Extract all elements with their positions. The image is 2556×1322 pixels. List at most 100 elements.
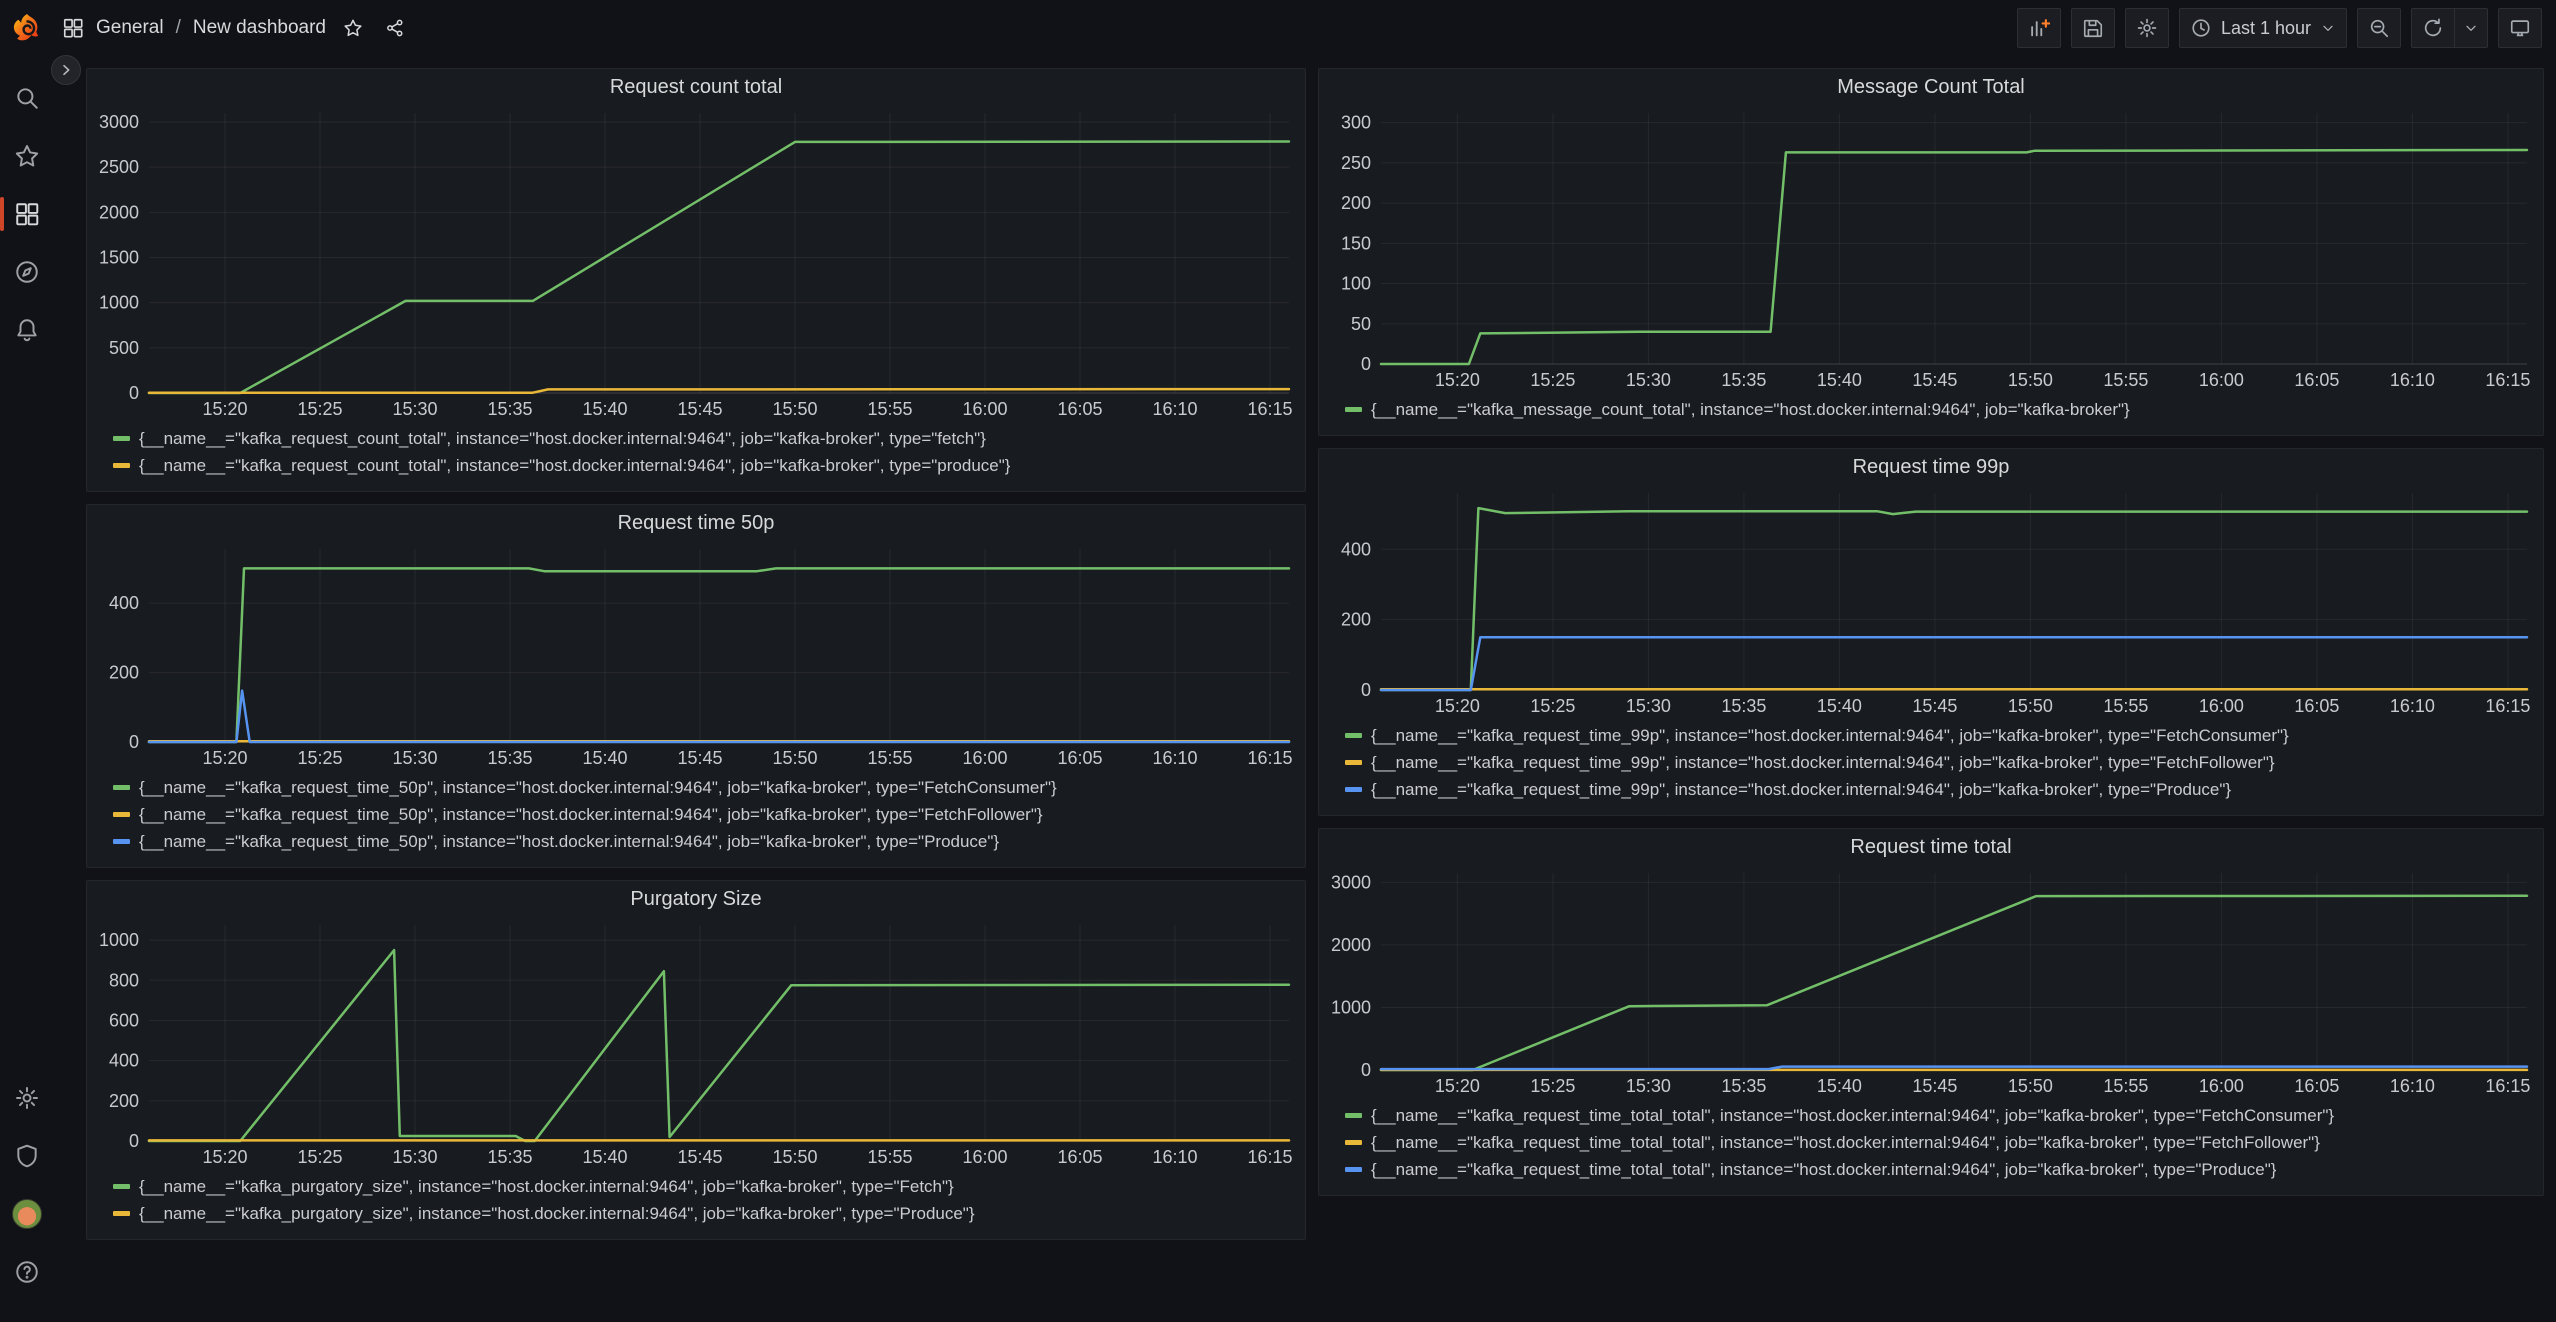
sidebar-item-alerting[interactable] [5,308,49,352]
chart-canvas[interactable]: 15:2015:2515:3015:3515:4015:4515:5015:55… [87,541,1305,772]
svg-text:15:25: 15:25 [1530,1076,1575,1096]
chart-svg: 15:2015:2515:3015:3515:4015:4515:5015:55… [1319,105,2543,394]
chart-canvas[interactable]: 15:2015:2515:3015:3515:4015:4515:5015:55… [87,917,1305,1171]
chevron-down-icon [2320,20,2336,36]
legend-label[interactable]: {__name__="kafka_request_count_total", i… [139,456,1010,476]
add-panel-button[interactable] [2017,8,2061,48]
sidebar-item-dashboards[interactable] [5,192,49,236]
expand-sidebar-button[interactable] [51,55,81,85]
grafana-logo[interactable] [11,12,43,44]
svg-text:200: 200 [1341,193,1371,213]
legend-swatch [1345,1113,1362,1118]
svg-text:3000: 3000 [1331,872,1371,892]
svg-text:16:15: 16:15 [2485,696,2530,716]
legend-label[interactable]: {__name__="kafka_purgatory_size", instan… [139,1177,954,1197]
svg-text:15:40: 15:40 [1817,696,1862,716]
chart-canvas[interactable]: 15:2015:2515:3015:3515:4015:4515:5015:55… [1319,105,2543,394]
svg-text:1000: 1000 [1331,997,1371,1017]
breadcrumb-section[interactable]: General [96,17,164,39]
legend-swatch [1345,733,1362,738]
panel-title: Request time 50p [618,512,775,535]
svg-text:0: 0 [129,1131,139,1151]
dashboard-grid: Request count total 15:2015:2515:3015:35… [0,0,2556,1322]
svg-text:15:40: 15:40 [1817,1076,1862,1096]
legend-item: {__name__="kafka_request_time_total_tota… [1345,1102,2535,1129]
panel-title: Message Count Total [1837,76,2025,99]
cycle-view-mode-button[interactable] [2498,8,2542,48]
share-dashboard-button[interactable] [380,13,410,43]
svg-text:15:45: 15:45 [677,1147,722,1167]
panel-header[interactable]: Request time 99p [1319,449,2543,485]
legend-label[interactable]: {__name__="kafka_request_time_99p", inst… [1371,726,2289,746]
svg-text:600: 600 [109,1010,139,1030]
chart-canvas[interactable]: 15:2015:2515:3015:3515:4015:4515:5015:55… [87,105,1305,423]
svg-text:15:45: 15:45 [677,399,722,419]
svg-text:16:05: 16:05 [1057,748,1102,768]
legend-label[interactable]: {__name__="kafka_purgatory_size", instan… [139,1204,975,1224]
svg-text:15:20: 15:20 [202,399,247,419]
search-icon [14,85,40,111]
panel-header[interactable]: Message Count Total [1319,69,2543,105]
panel-header[interactable]: Request count total [87,69,1305,105]
bell-icon [14,317,40,343]
grafana-dashboard-app: { "header": { "breadcrumb": { "section":… [0,0,2556,1322]
svg-text:15:35: 15:35 [1721,370,1766,390]
svg-text:2000: 2000 [1331,935,1371,955]
svg-text:16:00: 16:00 [962,399,1007,419]
chart-canvas[interactable]: 15:2015:2515:3015:3515:4015:4515:5015:55… [1319,485,2543,720]
breadcrumb-page-title[interactable]: New dashboard [193,17,326,39]
svg-text:15:50: 15:50 [2008,696,2053,716]
svg-text:15:35: 15:35 [1721,1076,1766,1096]
chart-svg: 15:2015:2515:3015:3515:4015:4515:5015:55… [1319,485,2543,720]
svg-text:15:30: 15:30 [1626,370,1671,390]
legend-label[interactable]: {__name__="kafka_request_time_total_tota… [1371,1133,2320,1153]
panel-legend: {__name__="kafka_purgatory_size", instan… [87,1171,1305,1239]
svg-text:15:40: 15:40 [582,1147,627,1167]
legend-swatch [113,463,130,468]
refresh-dashboard-button[interactable] [2411,8,2454,48]
panel-request-time-99p: Request time 99p 15:2015:2515:3015:3515:… [1318,448,2544,816]
legend-label[interactable]: {__name__="kafka_request_time_99p", inst… [1371,780,2231,800]
save-dashboard-button[interactable] [2071,8,2115,48]
svg-text:15:55: 15:55 [867,1147,912,1167]
sidebar-item-profile[interactable] [5,1192,49,1236]
legend-label[interactable]: {__name__="kafka_request_time_50p", inst… [139,778,1057,798]
active-indicator [0,197,4,231]
chart-canvas[interactable]: 15:2015:2515:3015:3515:4015:4515:5015:55… [1319,865,2543,1100]
legend-label[interactable]: {__name__="kafka_message_count_total", i… [1371,400,2130,420]
svg-text:15:55: 15:55 [2103,1076,2148,1096]
svg-text:1000: 1000 [99,293,139,313]
refresh-interval-dropdown[interactable] [2454,8,2488,48]
sidebar-item-configuration[interactable] [5,1076,49,1120]
legend-item: {__name__="kafka_request_time_50p", inst… [113,801,1297,828]
svg-text:0: 0 [1361,354,1371,374]
favorite-dashboard-button[interactable] [338,13,368,43]
svg-text:16:05: 16:05 [1057,399,1102,419]
dashboard-settings-button[interactable] [2125,8,2169,48]
legend-label[interactable]: {__name__="kafka_request_count_total", i… [139,429,986,449]
svg-text:15:50: 15:50 [2008,1076,2053,1096]
legend-label[interactable]: {__name__="kafka_request_time_50p", inst… [139,805,1043,825]
panel-request-count-total: Request count total 15:2015:2515:3015:35… [86,68,1306,492]
svg-text:16:15: 16:15 [1247,748,1292,768]
panel-header[interactable]: Request time total [1319,829,2543,865]
legend-label[interactable]: {__name__="kafka_request_time_total_tota… [1371,1160,2276,1180]
panel-header[interactable]: Purgatory Size [87,881,1305,917]
zoom-out-time-button[interactable] [2357,8,2401,48]
svg-text:15:45: 15:45 [1912,370,1957,390]
legend-label[interactable]: {__name__="kafka_request_time_99p", inst… [1371,753,2275,773]
legend-swatch [1345,760,1362,765]
panel-header[interactable]: Request time 50p [87,505,1305,541]
sidebar-item-help[interactable] [5,1250,49,1294]
star-outline-icon [343,18,363,38]
legend-label[interactable]: {__name__="kafka_request_time_total_tota… [1371,1106,2334,1126]
svg-text:15:20: 15:20 [1435,370,1480,390]
help-icon [14,1259,40,1285]
sidebar-item-explore[interactable] [5,250,49,294]
time-range-picker[interactable]: Last 1 hour [2179,8,2347,48]
legend-label[interactable]: {__name__="kafka_request_time_50p", inst… [139,832,999,852]
sidebar-item-search[interactable] [5,76,49,120]
sidebar-item-server-admin[interactable] [5,1134,49,1178]
sidebar-item-starred[interactable] [5,134,49,178]
svg-text:15:55: 15:55 [867,399,912,419]
